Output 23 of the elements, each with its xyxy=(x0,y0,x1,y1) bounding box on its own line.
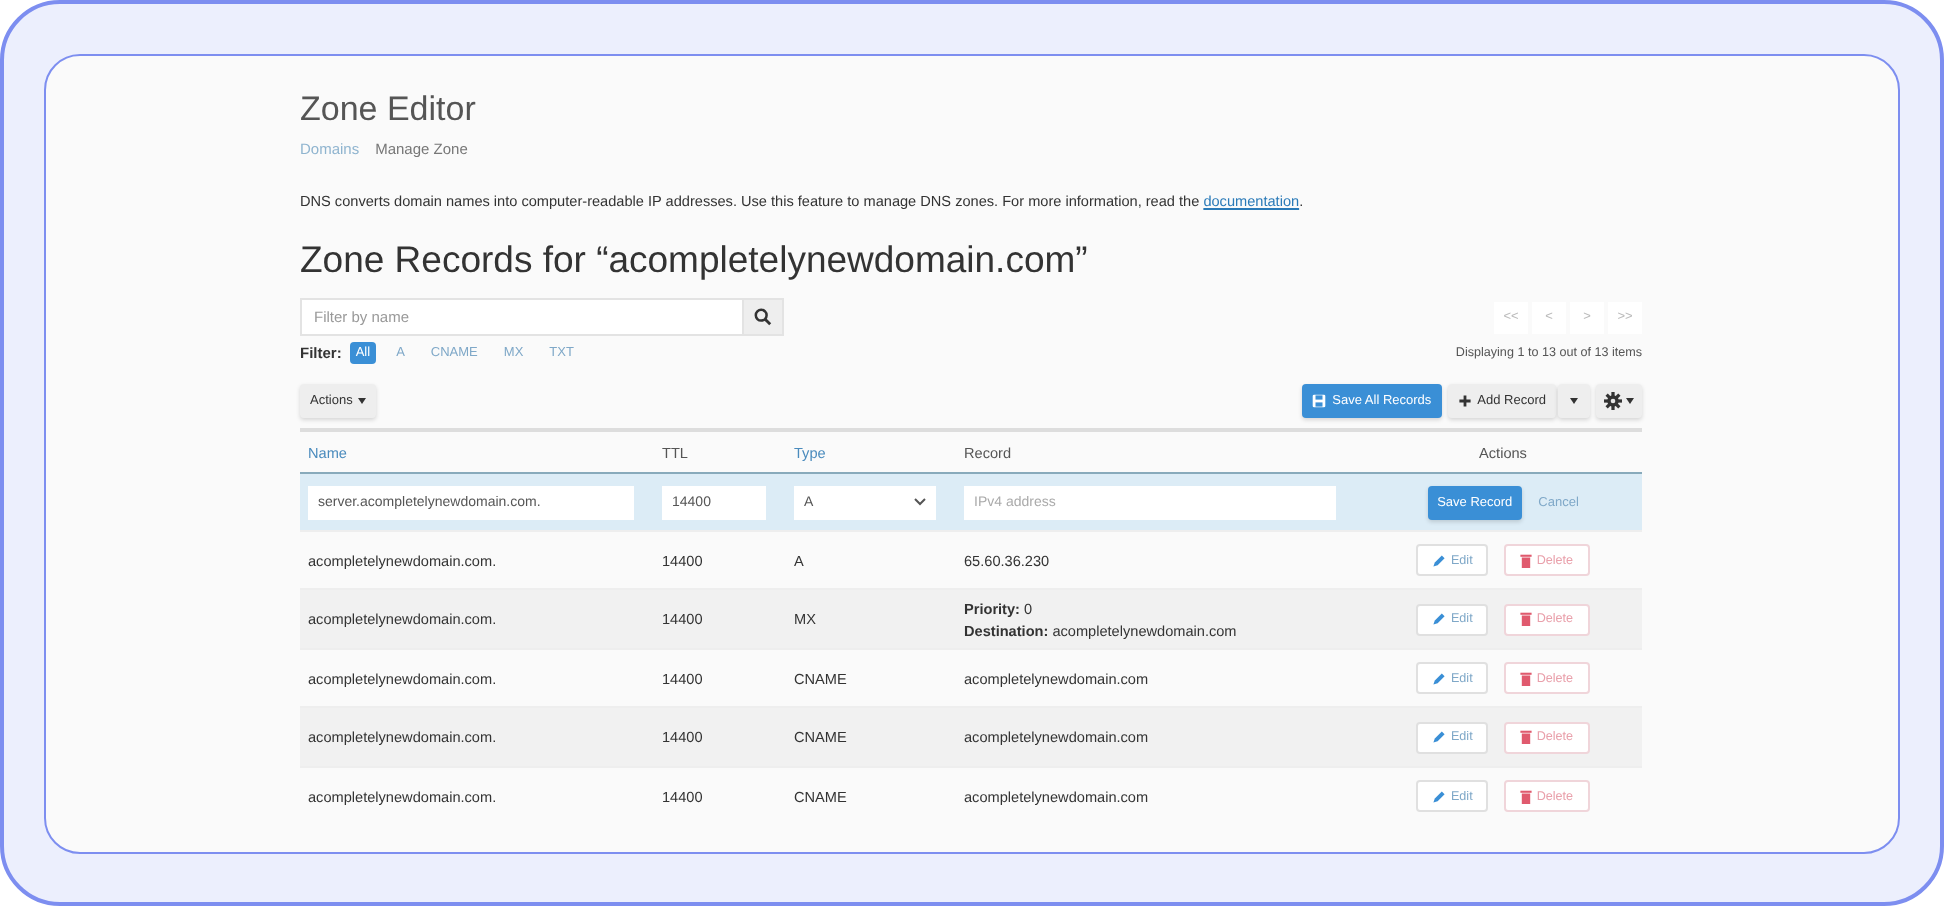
chevron-down-icon xyxy=(914,498,926,506)
settings-button[interactable] xyxy=(1596,384,1642,418)
caret-icon xyxy=(1626,398,1634,404)
plus-icon xyxy=(1457,394,1472,408)
pencil-icon xyxy=(1432,612,1447,626)
dropdown-button[interactable] xyxy=(1558,384,1590,418)
caret-icon xyxy=(1570,398,1578,404)
pencil-icon xyxy=(1432,789,1447,803)
caret-icon xyxy=(358,398,367,404)
trash-icon xyxy=(1520,612,1533,626)
pencil-icon xyxy=(1432,730,1447,744)
pencil-icon xyxy=(1432,671,1447,685)
search-icon xyxy=(754,308,772,326)
search-button[interactable] xyxy=(744,298,784,336)
pencil-icon xyxy=(1432,553,1447,567)
trash-icon xyxy=(1520,671,1533,685)
floppy-icon xyxy=(1312,394,1327,408)
page-title: Zone Editor xyxy=(300,90,478,130)
settings-icon xyxy=(1604,392,1622,410)
trash-icon xyxy=(1520,730,1533,744)
section-heading: Zone Records for “acompletelynewdomain.com” xyxy=(300,238,1090,282)
trash-icon xyxy=(1520,789,1533,803)
trash-icon xyxy=(1520,553,1533,567)
